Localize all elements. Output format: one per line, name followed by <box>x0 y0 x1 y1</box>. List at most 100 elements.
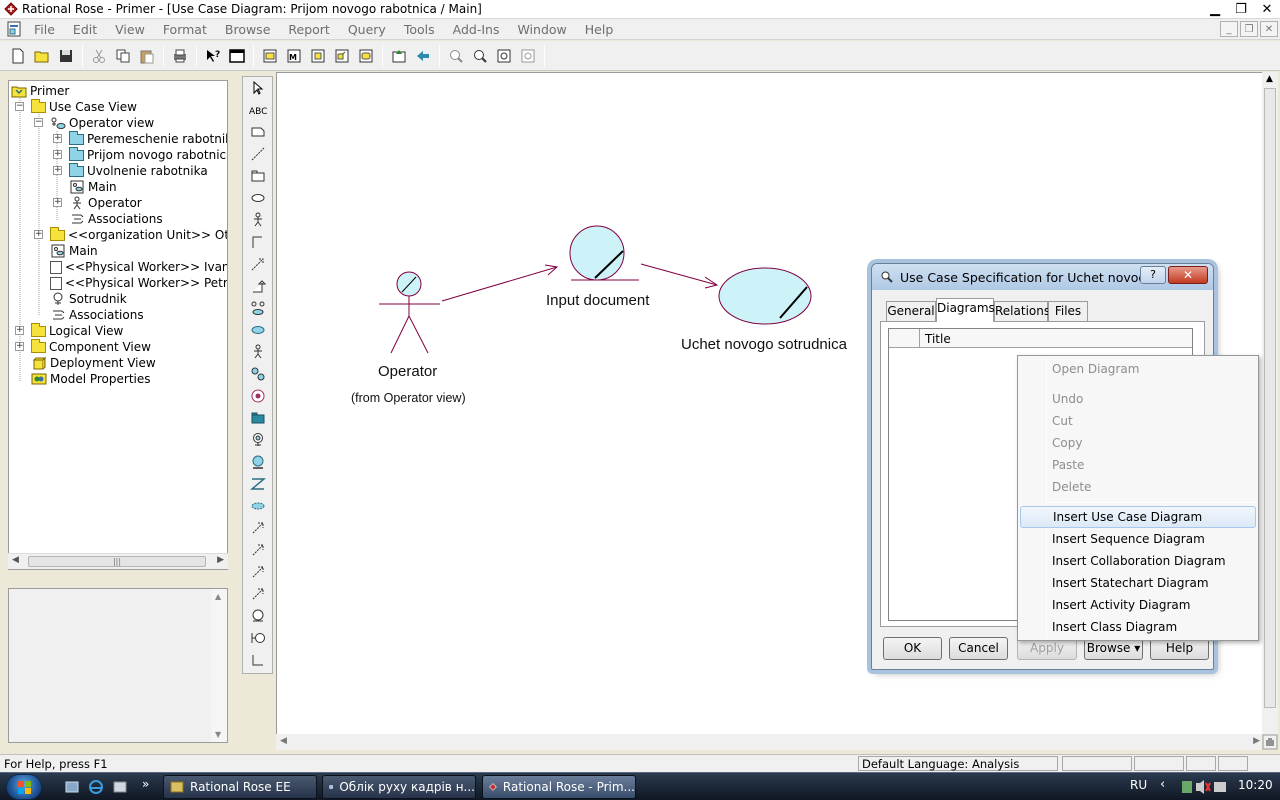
business-actor-tool-icon[interactable] <box>243 341 272 363</box>
canvas-horizontal-scrollbar[interactable]: ◀ ▶ <box>276 734 1262 750</box>
tab-general[interactable]: General <box>886 301 936 321</box>
browse-previous-icon[interactable] <box>411 45 434 67</box>
business-worker-tool-icon[interactable] <box>243 363 272 385</box>
zoom-out-icon[interactable] <box>468 45 491 67</box>
menu-item-delete[interactable]: Delete <box>1020 476 1256 498</box>
menu-report[interactable]: Report <box>279 19 338 40</box>
browse-interaction-diagram-icon[interactable]: M <box>282 45 305 67</box>
tree-expander[interactable]: + <box>15 326 24 335</box>
menu-view[interactable]: View <box>106 19 154 40</box>
menu-item-insert-sequence-diagram[interactable]: Insert Sequence Diagram <box>1020 528 1256 550</box>
menu-item-insert-activity-diagram[interactable]: Insert Activity Diagram <box>1020 594 1256 616</box>
save-icon[interactable] <box>54 45 77 67</box>
browse-parent-icon[interactable] <box>387 45 410 67</box>
note-tool-icon[interactable] <box>243 121 272 143</box>
minimize-button[interactable]: ▁ <box>1202 0 1228 19</box>
tree-node-peremeschenie[interactable]: Peremeschenie rabotnika <box>69 130 227 147</box>
dependency-tool-icon[interactable] <box>243 253 272 275</box>
tab-diagrams[interactable]: Diagrams <box>936 298 995 322</box>
scroll-up-arrow-icon[interactable]: ▲ <box>215 592 221 601</box>
menu-item-open-diagram[interactable]: Open Diagram <box>1020 358 1256 380</box>
list-header-icon-column[interactable] <box>889 329 920 348</box>
model-browser-tree[interactable]: Primer − Use Case View − Operator view +… <box>8 80 228 570</box>
task-rational-rose-primer[interactable]: Rational Rose - Prim... <box>482 775 636 799</box>
tree-node-main-global[interactable]: Main <box>50 243 98 259</box>
tree-node-ivanov[interactable]: <<Physical Worker>> Ivanov <box>50 259 227 275</box>
association-arrow-document-to-usecase[interactable] <box>640 263 719 289</box>
scroll-left-arrow-icon[interactable]: ◀ <box>12 555 19 565</box>
business-use-case-filled-tool-icon[interactable] <box>243 319 272 341</box>
use-case-uchet-novogo-sotrudnica[interactable] <box>718 267 812 325</box>
tree-node-component-view[interactable]: Component View <box>31 338 151 355</box>
cancel-button[interactable]: Cancel <box>949 637 1008 660</box>
scroll-down-arrow-icon[interactable]: ▼ <box>215 730 221 739</box>
browse-deployment-diagram-icon[interactable] <box>330 45 353 67</box>
organization-unit-tool-icon[interactable] <box>243 407 272 429</box>
tree-expander[interactable]: + <box>53 166 62 175</box>
tree-expander[interactable]: + <box>34 230 43 239</box>
association-tool-icon[interactable] <box>243 517 272 539</box>
use-case-tool-icon[interactable] <box>243 187 272 209</box>
menu-format[interactable]: Format <box>154 19 216 40</box>
open-icon[interactable] <box>30 45 53 67</box>
menu-item-undo[interactable]: Undo <box>1020 388 1256 410</box>
fit-in-window-icon[interactable] <box>492 45 515 67</box>
tree-node-deployment-view[interactable]: Deployment View <box>31 355 156 371</box>
document-window-icon[interactable] <box>6 21 22 37</box>
tree-node-associations[interactable]: Associations <box>69 211 163 227</box>
business-event-tool-icon[interactable] <box>243 451 272 473</box>
menu-add-ins[interactable]: Add-Ins <box>444 19 509 40</box>
unidirectional-association-tool-icon[interactable] <box>243 231 272 253</box>
pan-hand-icon[interactable] <box>1262 734 1278 750</box>
tree-node-uvolnenie[interactable]: Uvolnenie rabotnika <box>69 162 208 179</box>
paste-icon[interactable] <box>135 45 158 67</box>
scroll-right-arrow-icon[interactable]: ▶ <box>217 555 224 565</box>
browse-component-diagram-icon[interactable] <box>306 45 329 67</box>
menu-item-cut[interactable]: Cut <box>1020 410 1256 432</box>
entity-tool-icon[interactable] <box>243 605 272 627</box>
documentation-pane[interactable]: ▲ ▼ <box>8 588 228 743</box>
text-tool-icon[interactable]: ABC <box>243 99 272 121</box>
cut-icon[interactable] <box>87 45 110 67</box>
tree-node-primer[interactable]: Primer <box>11 83 69 99</box>
actor-tool-icon[interactable] <box>243 209 272 231</box>
actor-operator[interactable] <box>379 271 440 354</box>
list-header-title[interactable]: Title <box>925 332 951 346</box>
tree-expander[interactable]: − <box>15 102 24 111</box>
menu-edit[interactable]: Edit <box>64 19 106 40</box>
start-button[interactable] <box>6 774 42 800</box>
menu-item-paste[interactable]: Paste <box>1020 454 1256 476</box>
canvas-vertical-scrollbar[interactable]: ▲ ▼ <box>1262 72 1278 750</box>
show-desktop-icon[interactable] <box>64 779 80 795</box>
new-icon[interactable] <box>6 45 29 67</box>
tree-node-petrov[interactable]: <<Physical Worker>> Petrov <box>50 275 227 291</box>
scroll-left-arrow-icon[interactable]: ◀ <box>280 736 287 746</box>
tree-node-logical-view[interactable]: Logical View <box>31 322 123 339</box>
scroll-thumb[interactable]: ||| <box>28 556 206 567</box>
anchor-note-tool-icon[interactable] <box>243 143 272 165</box>
restore-button[interactable]: ❐ <box>1228 0 1254 19</box>
scroll-up-arrow-icon[interactable]: ▲ <box>1266 74 1273 84</box>
tab-relations[interactable]: Relations <box>994 301 1050 321</box>
undo-fit-icon[interactable] <box>516 45 539 67</box>
explorer-icon[interactable] <box>112 779 128 795</box>
internet-explorer-icon[interactable] <box>88 779 104 795</box>
business-goal-tool-icon[interactable] <box>243 385 272 407</box>
tree-node-otdel-kadrov[interactable]: <<organization Unit>> Otdel kadrov <box>50 226 227 243</box>
tree-node-model-properties[interactable]: Model Properties <box>31 371 151 387</box>
menu-file[interactable]: File <box>28 19 64 40</box>
context-help-icon[interactable]: ? <box>201 45 224 67</box>
tree-expander[interactable]: + <box>53 198 62 207</box>
tab-files[interactable]: Files <box>1048 301 1088 321</box>
copy-icon[interactable] <box>111 45 134 67</box>
dialog-title-bar[interactable]: Use Case Specification for Uchet novogo … <box>872 264 1213 290</box>
boundary-tool-icon[interactable] <box>243 627 272 649</box>
tree-node-sotrudnik[interactable]: Sotrudnik <box>50 291 127 307</box>
menu-help[interactable]: Help <box>576 19 623 40</box>
view-doc-icon[interactable] <box>225 45 248 67</box>
business-document-tool-icon[interactable] <box>243 473 272 495</box>
package-tool-icon[interactable] <box>243 165 272 187</box>
tray-icons[interactable] <box>1180 779 1236 795</box>
generalization-tool-icon[interactable] <box>243 275 272 297</box>
dialog-help-button[interactable]: ? <box>1140 266 1166 284</box>
